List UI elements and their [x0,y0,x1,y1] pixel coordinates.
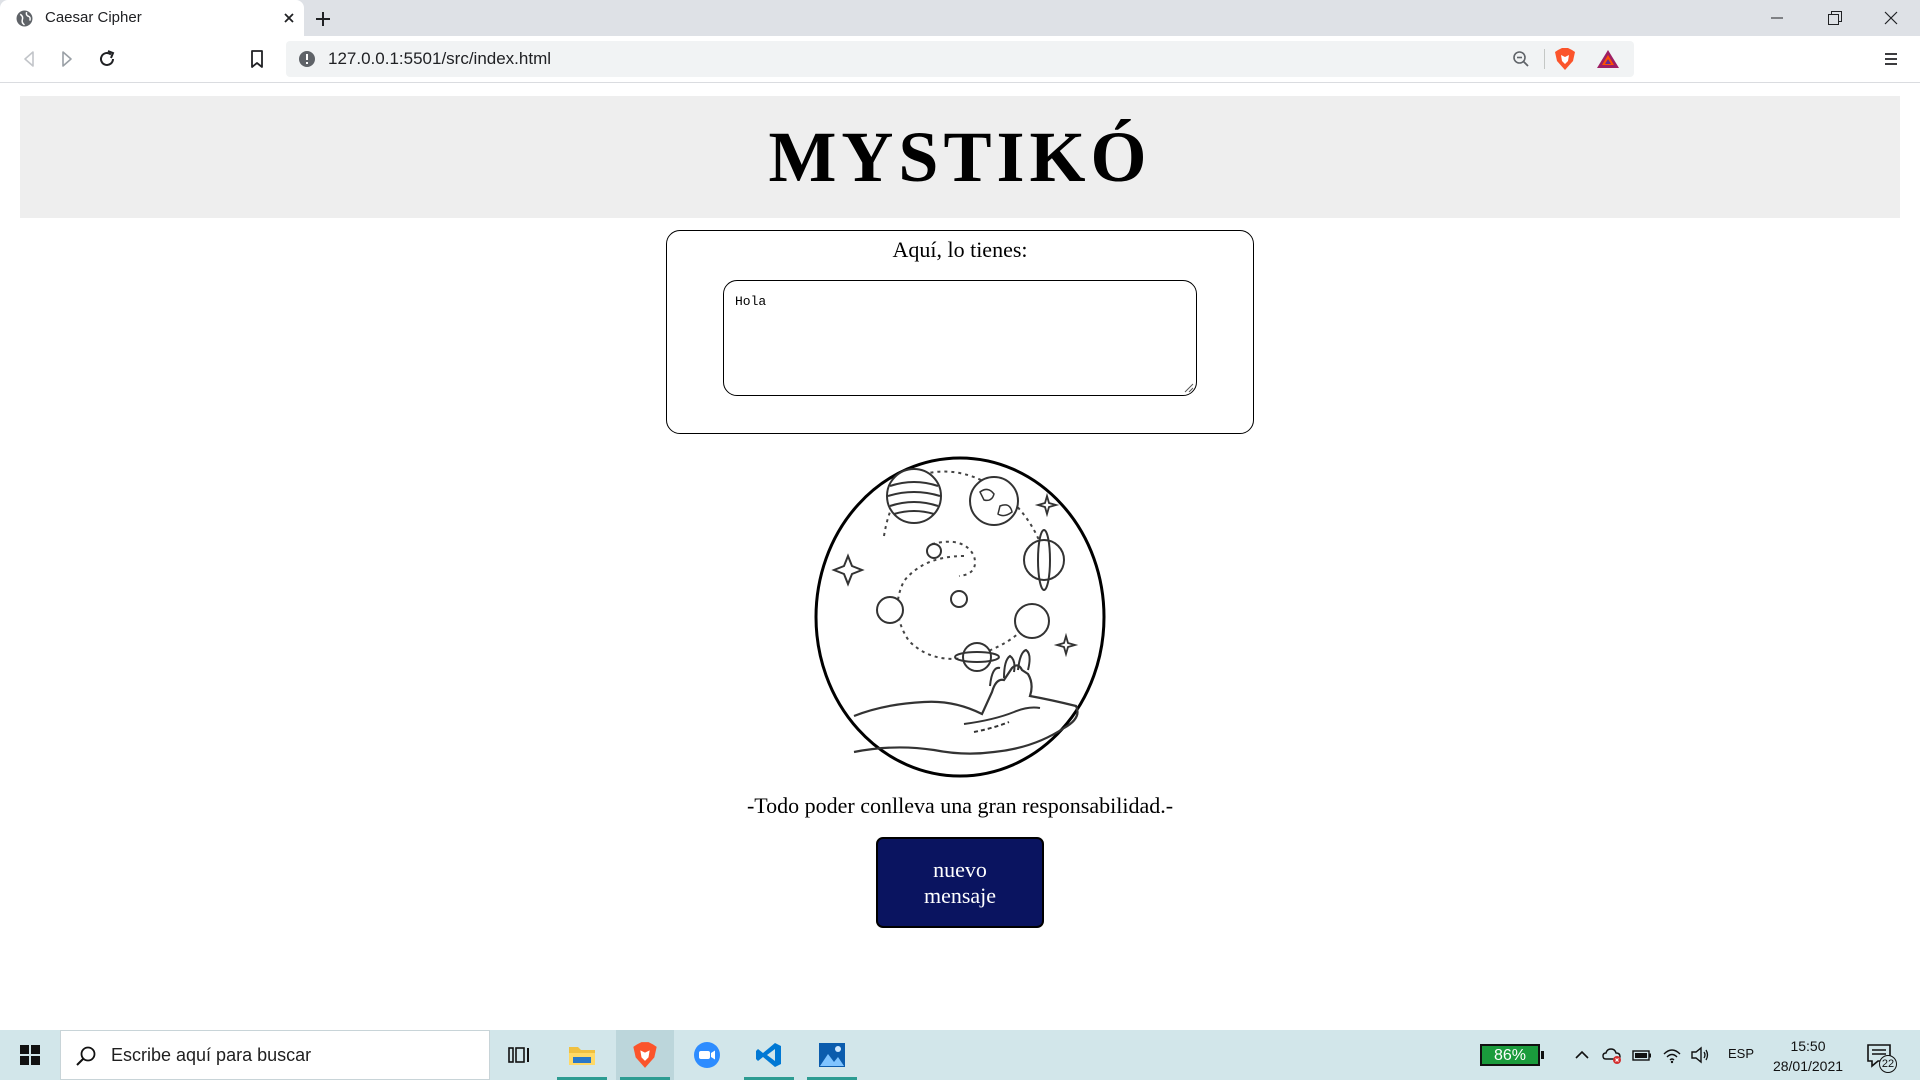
task-view-icon [508,1047,529,1063]
battery-nub [1541,1051,1544,1059]
close-window-button[interactable] [1862,0,1920,36]
clock-date: 28/01/2021 [1772,1058,1844,1074]
taskbar: Escribe aquí para buscar 86% ESP 15:50 2… [0,1030,1920,1080]
brave-rewards-icon[interactable] [1596,49,1620,69]
browser-tab[interactable]: Caesar Cipher [0,0,304,36]
restore-button[interactable] [1806,0,1864,36]
battery-percent: 86% [1493,1047,1527,1064]
file-explorer-button[interactable] [553,1030,611,1080]
site-info-icon[interactable] [298,50,316,68]
bookmark-icon[interactable] [246,48,268,70]
result-panel: Aquí, lo tienes: Hola [666,230,1254,434]
clock-time: 15:50 [1790,1038,1826,1054]
folder-icon [569,1047,595,1065]
search-icon [76,1046,96,1066]
clock[interactable]: 15:50 28/01/2021 [1770,1036,1846,1076]
back-icon[interactable] [18,48,40,70]
volume-icon[interactable] [1690,1045,1710,1065]
brave-icon [633,1042,657,1068]
address-url: 127.0.0.1:5501/src/index.html [328,49,552,68]
vscode-icon [756,1043,781,1067]
close-icon [1884,11,1898,25]
browser-titlebar: Caesar Cipher [0,0,1920,36]
page-title: MYSTIKÓ [768,117,1152,197]
battery-indicator: 86% [1480,1044,1540,1066]
result-label: Aquí, lo tienes: [892,237,1028,262]
planets-hand-illustration [814,456,1106,778]
page-header: MYSTIKÓ [20,96,1900,218]
brave-shields-icon[interactable] [1554,47,1576,71]
resize-grip-icon[interactable] [1182,381,1194,393]
task-view-button[interactable] [490,1030,548,1080]
browser-toolbar: 127.0.0.1:5501/src/index.html [0,36,1920,83]
quote-text: -Todo poder conlleva una gran responsabi… [746,793,1174,818]
result-text: Hola [735,294,767,309]
tab-title: Caesar Cipher [45,9,142,26]
windows-logo-icon [20,1045,40,1065]
reload-icon[interactable] [96,48,118,70]
restore-icon [1828,11,1842,25]
new-tab-icon[interactable] [312,8,334,30]
forward-icon[interactable] [56,48,78,70]
zoom-icon [694,1042,720,1068]
close-tab-icon[interactable] [280,9,298,27]
zoom-out-icon[interactable] [1512,50,1530,68]
globe-icon [16,10,33,27]
cloud-error-icon[interactable] [1602,1045,1622,1065]
zoom-taskbar-button[interactable] [678,1030,736,1080]
input-language[interactable]: ESP [1728,1046,1754,1061]
address-separator [1544,49,1545,69]
result-textarea[interactable]: Hola [723,280,1197,396]
photos-taskbar-button[interactable] [803,1030,861,1080]
wifi-icon[interactable] [1662,1045,1682,1065]
hamburger-menu-icon[interactable] [1880,48,1902,70]
photos-icon [819,1043,845,1067]
taskbar-search-placeholder: Escribe aquí para buscar [111,1045,312,1065]
notification-count: 22 [1879,1055,1897,1073]
new-message-button[interactable]: nuevo mensaje [876,837,1044,928]
minimize-button[interactable] [1748,0,1806,36]
vscode-taskbar-button[interactable] [740,1030,798,1080]
brave-taskbar-button[interactable] [616,1030,674,1080]
battery-icon[interactable] [1632,1045,1652,1065]
taskbar-search[interactable]: Escribe aquí para buscar [60,1030,490,1080]
minimize-icon [1771,17,1783,19]
chevron-up-icon[interactable] [1572,1045,1592,1065]
address-bar[interactable]: 127.0.0.1:5501/src/index.html [286,41,1634,77]
start-button[interactable] [0,1030,60,1080]
